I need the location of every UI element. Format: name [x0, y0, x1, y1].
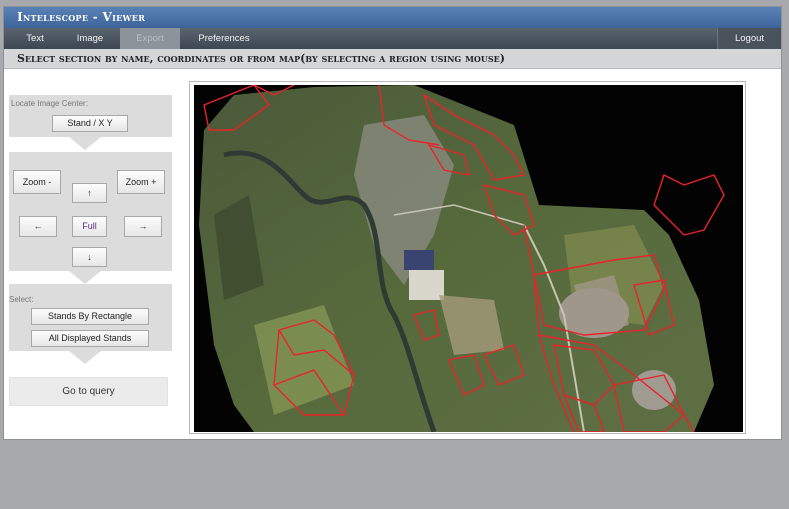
aerial-map[interactable] [194, 85, 743, 432]
aerial-image [199, 85, 725, 432]
pan-left-button[interactable]: ← [19, 216, 57, 237]
select-label: Select: [9, 295, 34, 304]
pan-down-button[interactable]: ↓ [72, 247, 107, 267]
stands-by-rectangle-button[interactable]: Stands By Rectangle [31, 308, 149, 325]
viewer-window: Intelescope - Viewer Text Image Export P… [3, 6, 782, 440]
tab-image[interactable]: Image [62, 28, 118, 49]
full-extent-button[interactable]: Full [72, 216, 107, 237]
app-title: Intelescope - Viewer [4, 7, 781, 28]
zoom-panel: Zoom - Zoom + ↑ ← Full → ↓ [9, 152, 172, 271]
select-panel-arrow [69, 351, 101, 364]
tab-preferences[interactable]: Preferences [184, 28, 264, 49]
zoom-in-button[interactable]: Zoom + [117, 170, 165, 194]
tab-export[interactable]: Export [120, 28, 180, 49]
go-to-query-button[interactable]: Go to query [9, 377, 168, 406]
locate-panel-arrow [69, 137, 101, 150]
zoom-panel-arrow [69, 271, 101, 284]
pan-up-button[interactable]: ↑ [72, 183, 107, 203]
all-displayed-stands-button[interactable]: All Displayed Stands [31, 330, 149, 347]
pan-right-button[interactable]: → [124, 216, 162, 237]
tab-text[interactable]: Text [12, 28, 58, 49]
stand-xy-button[interactable]: Stand / X Y [52, 115, 128, 132]
page-title: Select section by name, coordinates or f… [4, 49, 781, 69]
nav-bar: Text Image Export Preferences Logout [4, 28, 781, 49]
zoom-out-button[interactable]: Zoom - [13, 170, 61, 194]
locate-label: Locate Image Center: [11, 99, 88, 108]
locate-panel: Locate Image Center: Stand / X Y [9, 95, 172, 137]
map-frame [189, 81, 746, 434]
logout-button[interactable]: Logout [717, 28, 781, 49]
select-panel: Select: Stands By Rectangle All Displaye… [9, 284, 172, 351]
